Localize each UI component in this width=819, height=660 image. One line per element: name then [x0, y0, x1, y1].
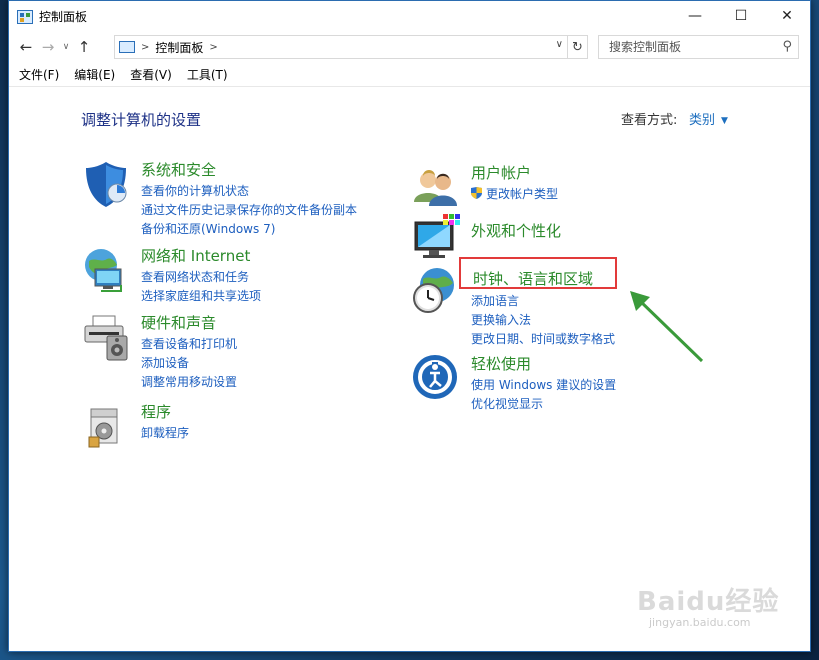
category-title-network-internet[interactable]: 网络和 Internet [141, 245, 250, 266]
address-dropdown-icon[interactable]: ∨ [556, 39, 563, 50]
menu-file[interactable]: 文件(F) [19, 66, 59, 83]
link-windows-recommended-settings[interactable]: 使用 Windows 建议的设置 [471, 376, 616, 395]
highlight-annotation-box [459, 257, 617, 289]
link-view-computer-status[interactable]: 查看你的计算机状态 [141, 182, 357, 201]
link-mobility-settings[interactable]: 调整常用移动设置 [141, 373, 237, 392]
title-bar: 控制面板 — ☐ ✕ [9, 1, 810, 32]
address-bar[interactable]: > 控制面板 > ∨ [114, 35, 568, 59]
close-button[interactable]: ✕ [764, 1, 810, 31]
shield-icon[interactable] [81, 159, 131, 209]
watermark-logo: Baidu经验 [637, 587, 780, 617]
control-panel-window: 控制面板 — ☐ ✕ ← → ∨ ↑ > 控制面板 > ∨ ↻ ⚲ 文件(F) … [8, 0, 811, 652]
breadcrumb-chevron-icon[interactable]: > [141, 42, 149, 53]
green-arrow-annotation-icon [630, 291, 704, 363]
link-change-date-time-format[interactable]: 更改日期、时间或数字格式 [471, 330, 615, 349]
link-add-language[interactable]: 添加语言 [471, 292, 615, 311]
uac-shield-icon [471, 187, 482, 199]
view-by-dropdown[interactable]: 类别 ▼ [689, 109, 728, 128]
clock-globe-icon[interactable] [411, 265, 461, 315]
category-network-internet: 网络和 Internet 查看网络状态和任务 选择家庭组和共享选项 [81, 245, 391, 305]
search-icon[interactable]: ⚲ [782, 39, 792, 54]
control-panel-icon [17, 9, 33, 24]
link-uninstall-program[interactable]: 卸载程序 [141, 424, 189, 443]
window-title: 控制面板 [39, 10, 88, 24]
category-title-appearance-personalization[interactable]: 外观和个性化 [471, 220, 561, 241]
programs-icon[interactable] [81, 401, 131, 451]
view-by-value[interactable]: 类别 [689, 113, 715, 128]
forward-arrow-icon[interactable]: → [37, 35, 59, 59]
menu-tools[interactable]: 工具(T) [187, 66, 228, 83]
window-controls: — ☐ ✕ [672, 1, 810, 31]
minimize-button[interactable]: — [672, 1, 718, 31]
link-change-input-method[interactable]: 更换输入法 [471, 311, 615, 330]
category-hardware-sound: 硬件和声音 查看设备和打印机 添加设备 调整常用移动设置 [81, 312, 391, 392]
ease-of-access-icon[interactable] [411, 353, 461, 403]
navigation-bar: ← → ∨ ↑ > 控制面板 > ∨ ↻ ⚲ [9, 32, 810, 62]
user-accounts-icon[interactable] [411, 162, 461, 212]
refresh-icon[interactable]: ↻ [568, 35, 588, 59]
link-file-history[interactable]: 通过文件历史记录保存你的文件备份副本 [141, 201, 357, 220]
menu-view[interactable]: 查看(V) [130, 66, 172, 83]
network-globe-icon[interactable] [81, 245, 131, 295]
link-change-account-type-label[interactable]: 更改帐户类型 [486, 187, 558, 201]
link-optimize-visual-display[interactable]: 优化视觉显示 [471, 395, 616, 414]
watermark-url: jingyan.baidu.com [649, 616, 751, 629]
category-title-system-security[interactable]: 系统和安全 [141, 159, 216, 180]
page-title: 调整计算机的设置 [81, 111, 202, 129]
recent-locations-chevron-icon[interactable]: ∨ [59, 35, 73, 59]
link-add-device[interactable]: 添加设备 [141, 354, 237, 373]
back-arrow-icon[interactable]: ← [15, 35, 37, 59]
category-appearance-personalization: 外观和个性化 [411, 212, 721, 258]
link-backup-restore[interactable]: 备份和还原(Windows 7) [141, 220, 357, 239]
breadcrumb-chevron-icon[interactable]: > [209, 42, 217, 53]
up-arrow-icon[interactable]: ↑ [73, 35, 95, 59]
caret-down-icon[interactable]: ▼ [721, 116, 728, 126]
search-input[interactable] [607, 39, 771, 55]
link-network-status[interactable]: 查看网络状态和任务 [141, 268, 261, 287]
control-panel-small-icon [119, 41, 135, 53]
link-change-account-type[interactable]: 更改帐户类型 [471, 185, 558, 204]
maximize-button[interactable]: ☐ [718, 1, 764, 31]
category-title-user-accounts[interactable]: 用户帐户 [471, 162, 531, 183]
menu-edit[interactable]: 编辑(E) [74, 66, 115, 83]
category-title-programs[interactable]: 程序 [141, 401, 171, 422]
appearance-monitor-icon[interactable] [411, 212, 461, 262]
main-content: 调整计算机的设置 查看方式: 类别 ▼ 系统和安全 查看你的计算机状态 通过文件历… [9, 87, 810, 647]
category-title-ease-of-access[interactable]: 轻松使用 [471, 353, 531, 374]
category-programs: 程序 卸载程序 [81, 401, 391, 451]
category-user-accounts: 用户帐户 更改帐户类型 [411, 162, 721, 207]
category-title-hardware-sound[interactable]: 硬件和声音 [141, 312, 216, 333]
printer-speaker-icon[interactable] [81, 312, 131, 362]
link-devices-printers[interactable]: 查看设备和打印机 [141, 335, 237, 354]
view-by-label: 查看方式: [621, 113, 678, 128]
menu-bar: 文件(F) 编辑(E) 查看(V) 工具(T) [9, 62, 810, 86]
category-system-security: 系统和安全 查看你的计算机状态 通过文件历史记录保存你的文件备份副本 备份和还原… [81, 159, 391, 239]
search-box[interactable]: ⚲ [598, 35, 799, 59]
breadcrumb-control-panel[interactable]: 控制面板 [155, 39, 203, 56]
link-homegroup-sharing[interactable]: 选择家庭组和共享选项 [141, 287, 261, 306]
